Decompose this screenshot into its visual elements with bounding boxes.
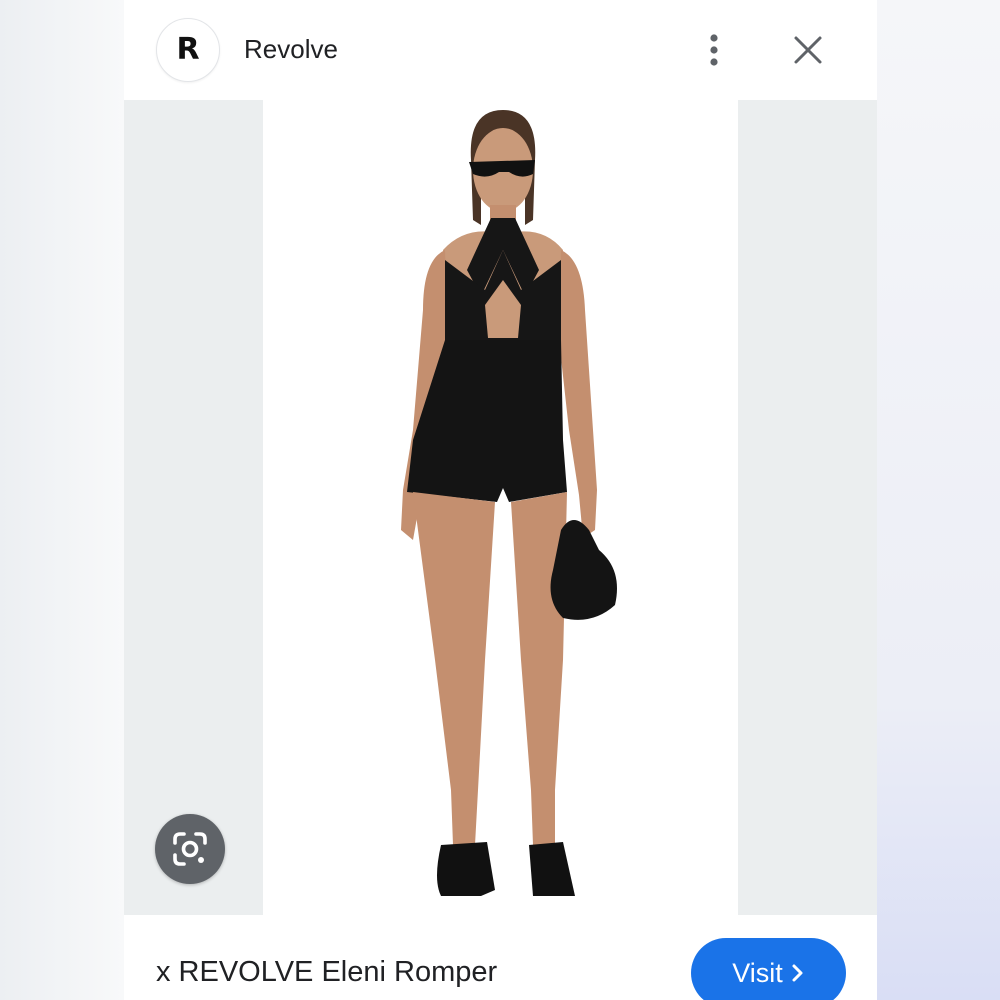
product-title[interactable]: x REVOLVE Eleni Romper [156,955,497,989]
close-icon[interactable] [788,30,828,70]
model-figure [401,110,617,896]
site-logo-letter: R [176,32,200,67]
chevron-right-icon [792,964,803,982]
more-vert-icon[interactable] [699,30,729,70]
image-preview-card: R Revolve x REVOLVE Eleni Romper Visit [124,0,877,1000]
image-area [124,100,877,915]
left-backdrop [0,0,124,1000]
google-lens-button[interactable] [155,814,225,884]
preview-footer: x REVOLVE Eleni Romper Visit [124,915,877,1000]
site-name[interactable]: Revolve [244,34,338,64]
site-avatar[interactable]: R [156,18,220,82]
right-backdrop [877,0,1000,1000]
preview-header: R Revolve [124,0,877,100]
google-lens-icon [173,832,207,866]
visit-label: Visit [732,958,783,988]
product-photo[interactable] [263,100,738,915]
visit-button[interactable]: Visit [691,938,846,1000]
